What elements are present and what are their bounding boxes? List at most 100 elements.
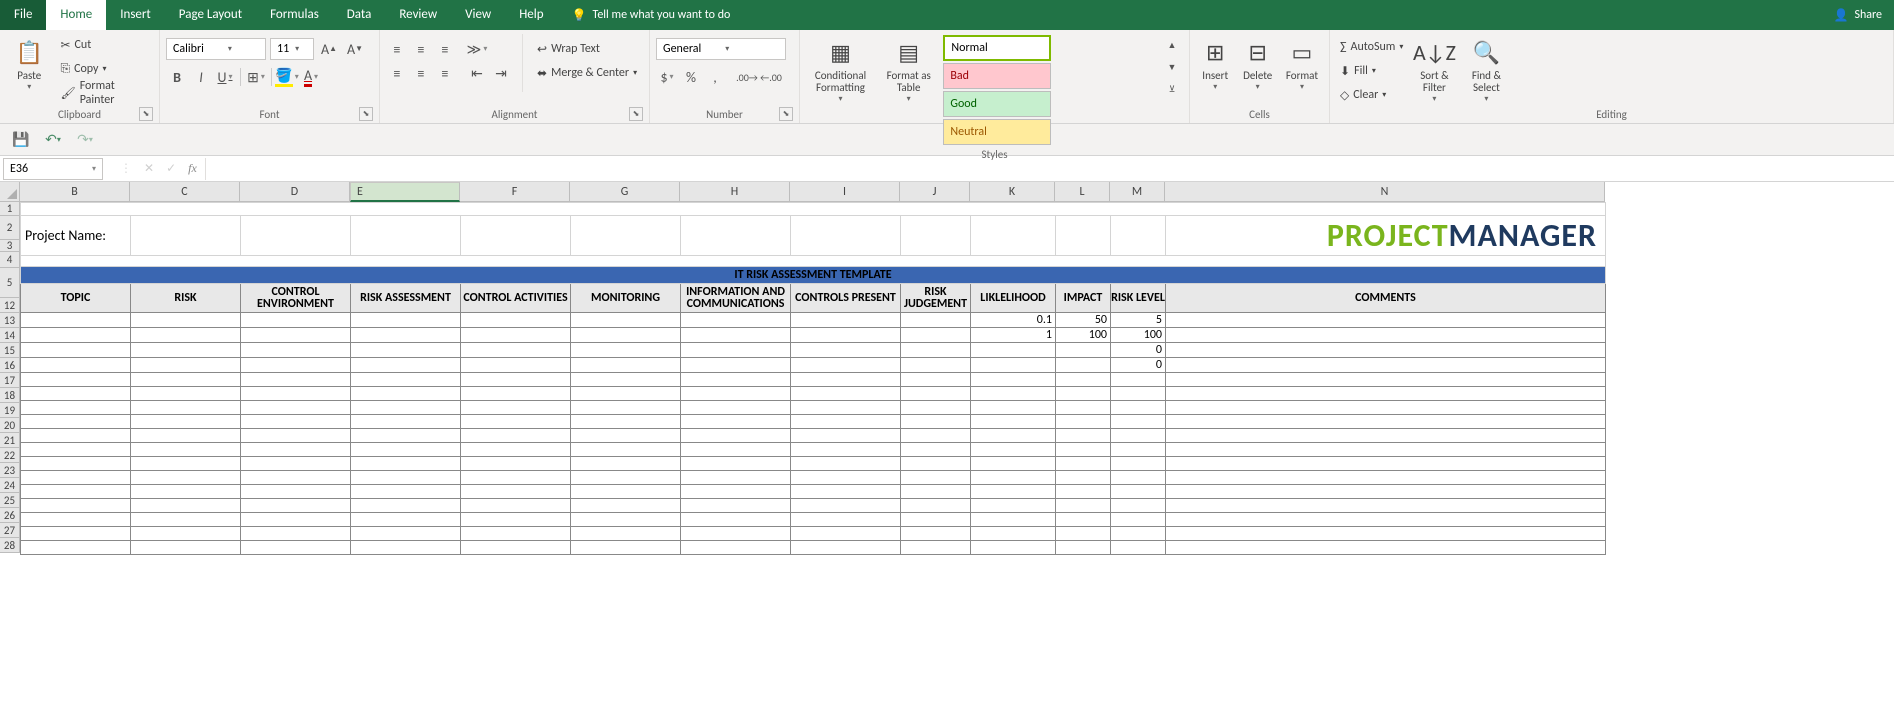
cell-B22[interactable] (21, 457, 131, 471)
cell-L27[interactable] (1056, 527, 1111, 541)
col-header-M[interactable]: M (1110, 182, 1165, 202)
delete-cells-button[interactable]: ⊟Delete▾ (1238, 34, 1276, 104)
clipboard-dialog-icon[interactable]: ⬊ (139, 107, 153, 121)
cell-C12[interactable] (131, 313, 241, 328)
cell-E23[interactable] (351, 471, 461, 485)
cell-I16[interactable] (791, 373, 901, 387)
cell-G15[interactable] (571, 358, 681, 373)
row-header-2[interactable]: 2 (0, 216, 20, 240)
font-name-select[interactable]: Calibri▾ (166, 38, 266, 60)
cell-E14[interactable] (351, 343, 461, 358)
increase-indent-icon[interactable]: ⇥ (490, 62, 512, 84)
cell-F20[interactable] (461, 429, 571, 443)
cell-J22[interactable] (901, 457, 971, 471)
cell-M25[interactable] (1111, 499, 1166, 513)
cell-M18[interactable] (1111, 401, 1166, 415)
cell-K23[interactable] (971, 471, 1056, 485)
col-header-E[interactable]: E (350, 182, 460, 202)
cell-C28[interactable] (131, 541, 241, 555)
cell-J28[interactable] (901, 541, 971, 555)
paste-button[interactable]: 📋 Paste ▾ (6, 34, 52, 104)
format-painter-button[interactable]: 🖌Format Painter (56, 82, 153, 104)
italic-button[interactable]: I (190, 66, 212, 88)
cell-C26[interactable] (131, 513, 241, 527)
cell-L22[interactable] (1056, 457, 1111, 471)
cell-J14[interactable] (901, 343, 971, 358)
cell-L15[interactable] (1056, 358, 1111, 373)
decrease-indent-icon[interactable]: ⇤ (466, 62, 488, 84)
align-bottom-icon[interactable]: ≡ (434, 38, 456, 60)
cell-L23[interactable] (1056, 471, 1111, 485)
cut-button[interactable]: ✂Cut (56, 34, 153, 56)
cell-K28[interactable] (971, 541, 1056, 555)
cell-J15[interactable] (901, 358, 971, 373)
cell-B19[interactable] (21, 415, 131, 429)
tab-page-layout[interactable]: Page Layout (165, 0, 256, 30)
col-header-F[interactable]: F (460, 182, 570, 202)
row-header-22[interactable]: 22 (0, 448, 20, 463)
cell-L21[interactable] (1056, 443, 1111, 457)
cell-I28[interactable] (791, 541, 901, 555)
decrease-decimal-icon[interactable]: ←.00 (760, 66, 782, 88)
cell-L17[interactable] (1056, 387, 1111, 401)
cell-K18[interactable] (971, 401, 1056, 415)
row-header-27[interactable]: 27 (0, 523, 20, 538)
cell-I22[interactable] (791, 457, 901, 471)
cell-D27[interactable] (241, 527, 351, 541)
cell-N24[interactable] (1166, 485, 1606, 499)
underline-button[interactable]: U (214, 66, 236, 88)
number-format-select[interactable]: General▾ (656, 38, 786, 60)
cell-L18[interactable] (1056, 401, 1111, 415)
cell-M20[interactable] (1111, 429, 1166, 443)
cell-N20[interactable] (1166, 429, 1606, 443)
cell-N19[interactable] (1166, 415, 1606, 429)
wrap-text-button[interactable]: ↩Wrap Text (533, 38, 641, 60)
cell-E16[interactable] (351, 373, 461, 387)
styles-more-icon[interactable]: ⊻ (1161, 78, 1183, 100)
cell-C22[interactable] (131, 457, 241, 471)
cell-N27[interactable] (1166, 527, 1606, 541)
cell-C25[interactable] (131, 499, 241, 513)
increase-decimal-icon[interactable]: .00→ (736, 66, 758, 88)
cell-E18[interactable] (351, 401, 461, 415)
row-header-19[interactable]: 19 (0, 403, 20, 418)
borders-button[interactable]: ⊞ (245, 66, 267, 88)
cell-G25[interactable] (571, 499, 681, 513)
cell-G23[interactable] (571, 471, 681, 485)
name-box[interactable]: E36▾ (3, 158, 103, 180)
cell-M17[interactable] (1111, 387, 1166, 401)
cell-C18[interactable] (131, 401, 241, 415)
cell-H17[interactable] (681, 387, 791, 401)
cell-E15[interactable] (351, 358, 461, 373)
cell-M23[interactable] (1111, 471, 1166, 485)
autosum-button[interactable]: ∑AutoSum▾ (1336, 36, 1407, 58)
alignment-dialog-icon[interactable]: ⬊ (629, 107, 643, 121)
cell-B24[interactable] (21, 485, 131, 499)
cell-L26[interactable] (1056, 513, 1111, 527)
cell-J19[interactable] (901, 415, 971, 429)
cell-C20[interactable] (131, 429, 241, 443)
cell-E17[interactable] (351, 387, 461, 401)
cell-G27[interactable] (571, 527, 681, 541)
cell-G21[interactable] (571, 443, 681, 457)
comma-button[interactable]: , (704, 66, 726, 88)
cell-M15[interactable]: 0 (1111, 358, 1166, 373)
cell-D23[interactable] (241, 471, 351, 485)
cell-G13[interactable] (571, 328, 681, 343)
cell-H12[interactable] (681, 313, 791, 328)
enter-icon[interactable]: ✓ (166, 161, 176, 176)
cell-C19[interactable] (131, 415, 241, 429)
row-header-25[interactable]: 25 (0, 493, 20, 508)
cell-N22[interactable] (1166, 457, 1606, 471)
cell-J24[interactable] (901, 485, 971, 499)
cell-B13[interactable] (21, 328, 131, 343)
percent-button[interactable]: % (680, 66, 702, 88)
cell-B25[interactable] (21, 499, 131, 513)
cell-E12[interactable] (351, 313, 461, 328)
format-table-button[interactable]: ▤ Format as Table▾ (879, 34, 938, 104)
cell-F23[interactable] (461, 471, 571, 485)
cell-F19[interactable] (461, 415, 571, 429)
cell-C27[interactable] (131, 527, 241, 541)
cell-J18[interactable] (901, 401, 971, 415)
cell-B12[interactable] (21, 313, 131, 328)
